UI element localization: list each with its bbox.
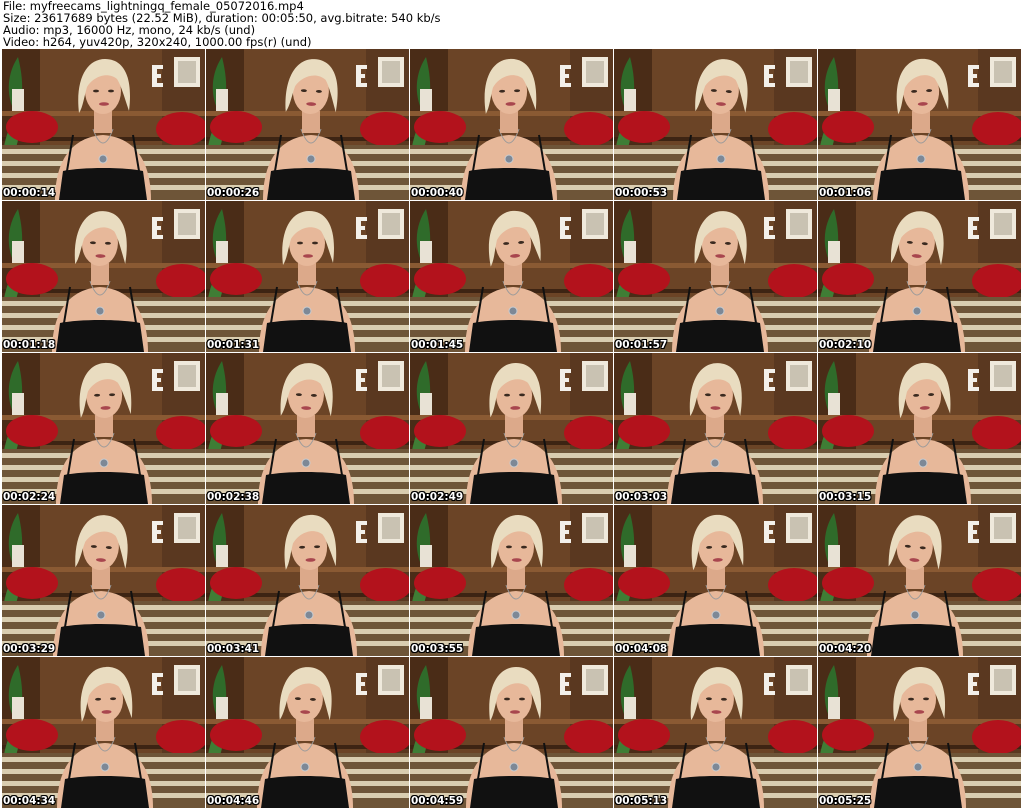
- video-frame-thumbnail: 00:00:14: [2, 49, 206, 201]
- video-frame-thumbnail: 00:04:08: [614, 505, 818, 657]
- frame-timestamp: 00:03:29: [3, 643, 56, 655]
- video-frame-thumbnail: 00:03:41: [206, 505, 410, 657]
- frame-timestamp: 00:04:46: [207, 795, 260, 807]
- frame-timestamp: 00:01:45: [411, 339, 464, 351]
- frame-timestamp: 00:03:03: [615, 491, 668, 503]
- video-frame-thumbnail: 00:01:18: [2, 201, 206, 353]
- frame-timestamp: 00:05:25: [819, 795, 872, 807]
- thumbnail-grid: 00:00:14 00:00:26 00:00:40 00:00:53 00:0…: [2, 49, 1022, 809]
- video-info-line: Video: h264, yuv420p, 320x240, 1000.00 f…: [3, 35, 312, 49]
- video-frame-thumbnail: 00:01:06: [818, 49, 1022, 201]
- video-frame-thumbnail: 00:02:10: [818, 201, 1022, 353]
- frame-timestamp: 00:01:06: [819, 187, 872, 199]
- frame-timestamp: 00:04:08: [615, 643, 668, 655]
- video-frame-thumbnail: 00:00:26: [206, 49, 410, 201]
- frame-timestamp: 00:01:31: [207, 339, 260, 351]
- frame-timestamp: 00:00:40: [411, 187, 464, 199]
- video-frame-thumbnail: 00:04:34: [2, 657, 206, 809]
- frame-timestamp: 00:00:53: [615, 187, 668, 199]
- video-frame-thumbnail: 00:04:59: [410, 657, 614, 809]
- frame-timestamp: 00:02:49: [411, 491, 464, 503]
- frame-timestamp: 00:05:13: [615, 795, 668, 807]
- video-frame-thumbnail: 00:01:31: [206, 201, 410, 353]
- video-frame-thumbnail: 00:02:38: [206, 353, 410, 505]
- video-frame-thumbnail: 00:03:29: [2, 505, 206, 657]
- frame-timestamp: 00:02:10: [819, 339, 872, 351]
- file-info-header: File: myfreecams_lightningq_female_05072…: [3, 0, 1021, 48]
- frame-timestamp: 00:04:34: [3, 795, 56, 807]
- frame-timestamp: 00:02:38: [207, 491, 260, 503]
- video-frame-thumbnail: 00:05:25: [818, 657, 1022, 809]
- frame-timestamp: 00:02:24: [3, 491, 56, 503]
- video-frame-thumbnail: 00:01:45: [410, 201, 614, 353]
- frame-timestamp: 00:04:59: [411, 795, 464, 807]
- frame-timestamp: 00:03:15: [819, 491, 872, 503]
- video-frame-thumbnail: 00:04:20: [818, 505, 1022, 657]
- frame-timestamp: 00:01:57: [615, 339, 668, 351]
- frame-timestamp: 00:00:26: [207, 187, 260, 199]
- video-frame-thumbnail: 00:03:55: [410, 505, 614, 657]
- video-frame-thumbnail: 00:03:15: [818, 353, 1022, 505]
- video-frame-thumbnail: 00:01:57: [614, 201, 818, 353]
- video-frame-thumbnail: 00:00:53: [614, 49, 818, 201]
- video-frame-thumbnail: 00:03:03: [614, 353, 818, 505]
- frame-timestamp: 00:04:20: [819, 643, 872, 655]
- video-frame-thumbnail: 00:05:13: [614, 657, 818, 809]
- video-frame-thumbnail: 00:04:46: [206, 657, 410, 809]
- frame-timestamp: 00:03:41: [207, 643, 260, 655]
- frame-timestamp: 00:00:14: [3, 187, 56, 199]
- frame-timestamp: 00:01:18: [3, 339, 56, 351]
- video-frame-thumbnail: 00:02:24: [2, 353, 206, 505]
- video-frame-thumbnail: 00:02:49: [410, 353, 614, 505]
- video-frame-thumbnail: 00:00:40: [410, 49, 614, 201]
- frame-timestamp: 00:03:55: [411, 643, 464, 655]
